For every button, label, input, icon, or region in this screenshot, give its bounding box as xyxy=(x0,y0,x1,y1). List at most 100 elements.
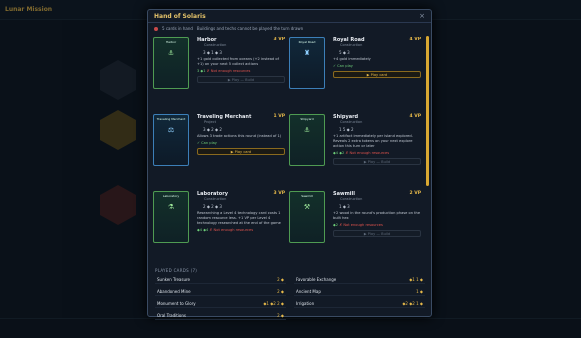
played-card-name: Oral Traditions xyxy=(157,312,186,318)
played-card-name: Favorable Exchange xyxy=(296,276,337,282)
card-art-title: Sawmill xyxy=(301,194,313,198)
played-card-cost: ◆1 1 ◆ xyxy=(409,276,423,282)
played-card-cost: ◆2 ◆2 1 ◆ xyxy=(402,300,423,306)
card-description: Researching a Level 4 technology card co… xyxy=(197,211,281,225)
played-card-row[interactable]: Ancient Map 1 ◆ xyxy=(294,287,425,296)
card-cost: 1 5 ◆ 2 xyxy=(339,127,354,132)
card-art[interactable]: Royal Road ♜ xyxy=(289,37,325,89)
played-card-name: Abandoned Mine xyxy=(157,288,191,294)
play-card-button[interactable]: ▶ Play — Build xyxy=(333,158,421,165)
card-info: Harbor 3 VP Construction 3 ◆ 1 ◆ 3 +1 gol… xyxy=(197,37,285,83)
status-warning: ✗ Not enough resources xyxy=(209,228,254,232)
played-cards-header: PLAYED CARDS (7) xyxy=(155,268,198,273)
card-info: Royal Road 4 VP Construction 5 ◆ 3 +4 gol… xyxy=(333,37,421,78)
played-card-name: Irrigation xyxy=(296,300,315,306)
card-kind: Construction xyxy=(204,197,227,201)
card-cost: 3 ◆ 2 ◆ 2 xyxy=(203,127,222,132)
hand-card: Royal Road ♜ Royal Road 4 VP Construction … xyxy=(289,37,421,109)
modal-header: Hand of Solaris × xyxy=(148,10,431,23)
card-vp: 3 VP xyxy=(273,37,285,42)
played-card-row[interactable]: Monument to Glory ◆1 ◆2 2 ◆ xyxy=(155,299,286,308)
card-art[interactable]: Sawmill ⚒ xyxy=(289,191,325,243)
card-icon: ♜ xyxy=(303,49,311,57)
modal-title: Hand of Solaris xyxy=(154,12,206,20)
card-status: ◆2 ✗ Not enough resources xyxy=(333,223,421,227)
card-description: +1 gold collected from oceans (+2 instea… xyxy=(197,57,279,66)
card-icon: ⚒ xyxy=(303,203,311,211)
card-art-title: Laboratory xyxy=(162,194,180,198)
play-card-button[interactable]: ▶ Play — Build xyxy=(197,76,285,83)
played-card-cost: 1 ◆ xyxy=(416,288,423,294)
played-card-row[interactable]: Favorable Exchange ◆1 1 ◆ xyxy=(294,275,425,284)
played-card-row[interactable]: Irrigation ◆2 ◆2 1 ◆ xyxy=(294,299,425,308)
card-vp: 3 VP xyxy=(273,191,285,196)
card-kind: Construction xyxy=(340,120,363,124)
card-icon: ⚓ xyxy=(303,126,311,134)
card-art[interactable]: Laboratory ⚗ xyxy=(153,191,189,243)
played-cards-list: Sunken Treasure 2 ◆ Favorable Exchange ◆1 1… xyxy=(155,275,425,320)
played-card-row[interactable]: Oral Traditions 2 ◆ xyxy=(155,311,286,320)
status-resources: ◆2 xyxy=(333,223,339,227)
hand-modal: Hand of Solaris × 5 cards in hand Buildi… xyxy=(147,9,432,320)
close-icon[interactable]: × xyxy=(419,12,425,20)
play-card-button[interactable]: ▶ Play card xyxy=(333,71,421,78)
card-kind: Construction xyxy=(204,43,227,47)
card-description: +2 wood in the round's production phase … xyxy=(333,211,421,220)
card-icon: ⚖ xyxy=(167,126,175,134)
card-vp: 4 VP xyxy=(409,37,421,42)
played-card-cost: 2 ◆ xyxy=(277,312,284,318)
card-status: 3 ◆1 ✗ Not enough resources xyxy=(197,69,285,73)
hand-card: Sawmill ⚒ Sawmill 2 VP Construction 1 ◆ 3 … xyxy=(289,191,421,259)
scrollbar[interactable] xyxy=(426,36,429,186)
status-resources: ✓ Can play xyxy=(197,141,217,145)
card-art[interactable]: Traveling Merchant ⚖ xyxy=(153,114,189,166)
card-description: Allows 3 trade actions this round (inste… xyxy=(197,134,282,138)
card-icon: ⚗ xyxy=(167,203,175,211)
card-vp: 4 VP xyxy=(409,114,421,119)
card-art-title: Traveling Merchant xyxy=(156,117,186,121)
card-status: ◆4 ◆2 ✗ Not enough resources xyxy=(333,151,421,155)
card-cost: 2 ◆ 2 ◆ 3 xyxy=(203,204,222,209)
card-info: Shipyard 4 VP Construction 1 5 ◆ 2 +1 art… xyxy=(333,114,421,165)
played-card-name: Monument to Glory xyxy=(157,300,196,306)
played-card-cost: 2 ◆ xyxy=(277,288,284,294)
card-description: +4 gold immediately xyxy=(333,57,371,61)
card-description: +1 artifact immediately per island explo… xyxy=(333,134,413,148)
played-card-name: Ancient Map xyxy=(296,288,321,294)
status-resources: 3 ◆1 xyxy=(197,69,206,73)
play-card-button[interactable]: ▶ Play — Build xyxy=(333,230,421,237)
status-warning: ✗ Not enough resources xyxy=(345,151,390,155)
played-card-name: Sunken Treasure xyxy=(157,276,191,282)
hand-card: Traveling Merchant ⚖ Traveling Merchant 1 … xyxy=(153,114,285,186)
status-resources: ✓ Can play xyxy=(333,64,353,68)
card-cost: 1 ◆ 3 xyxy=(339,204,350,209)
card-art-title: Harbor xyxy=(165,40,177,44)
card-info: Sawmill 2 VP Construction 1 ◆ 3 +2 wood i… xyxy=(333,191,421,237)
hand-card: Shipyard ⚓ Shipyard 4 VP Construction 1 5 … xyxy=(289,114,421,186)
card-kind: Construction xyxy=(340,197,363,201)
card-info: Traveling Merchant 1 VP Project 3 ◆ 2 ◆ 2… xyxy=(197,114,285,155)
card-vp: 1 VP xyxy=(273,114,285,119)
hand-card: Harbor ⚓ Harbor 3 VP Construction 3 ◆ 1 ◆ … xyxy=(153,37,285,109)
hand-card-list[interactable]: Harbor ⚓ Harbor 3 VP Construction 3 ◆ 1 ◆ … xyxy=(153,37,428,259)
card-art[interactable]: Shipyard ⚓ xyxy=(289,114,325,166)
card-vp: 2 VP xyxy=(409,191,421,196)
hand-card: Laboratory ⚗ Laboratory 3 VP Construction … xyxy=(153,191,285,259)
hand-count: 5 cards in hand xyxy=(162,26,193,31)
play-card-button[interactable]: ▶ Play card xyxy=(197,148,285,155)
played-card-row[interactable]: Sunken Treasure 2 ◆ xyxy=(155,275,286,284)
card-status: ✓ Can play xyxy=(197,141,285,145)
card-cost: 3 ◆ 1 ◆ 3 xyxy=(203,50,222,55)
card-kind: Construction xyxy=(340,43,363,47)
card-art[interactable]: Harbor ⚓ xyxy=(153,37,189,89)
played-card-row[interactable]: Abandoned Mine 2 ◆ xyxy=(155,287,286,296)
card-kind: Project xyxy=(204,120,216,124)
status-resources: ◆4 ◆4 xyxy=(197,228,209,232)
card-icon: ⚓ xyxy=(167,49,175,57)
status-resources: ◆4 ◆2 xyxy=(333,151,345,155)
card-art-title: Royal Road xyxy=(298,40,316,44)
alert-dot-icon xyxy=(154,26,158,31)
card-status: ◆4 ◆4 ✗ Not enough resources xyxy=(197,228,285,232)
card-status: ✓ Can play xyxy=(333,64,421,68)
status-warning: ✗ Not enough resources xyxy=(339,223,383,227)
